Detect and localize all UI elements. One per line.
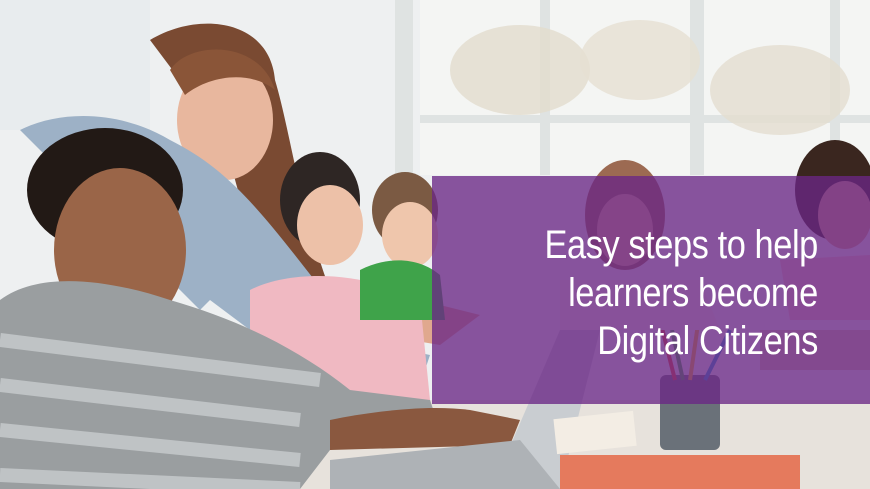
banner-headline: Easy steps to help learners become Digit…: [544, 221, 819, 365]
headline-line: learners become: [568, 271, 818, 315]
hero-banner: Easy steps to help learners become Digit…: [0, 0, 870, 489]
headline-line: Digital Citizens: [597, 319, 818, 363]
headline-line: Easy steps to help: [544, 223, 819, 267]
